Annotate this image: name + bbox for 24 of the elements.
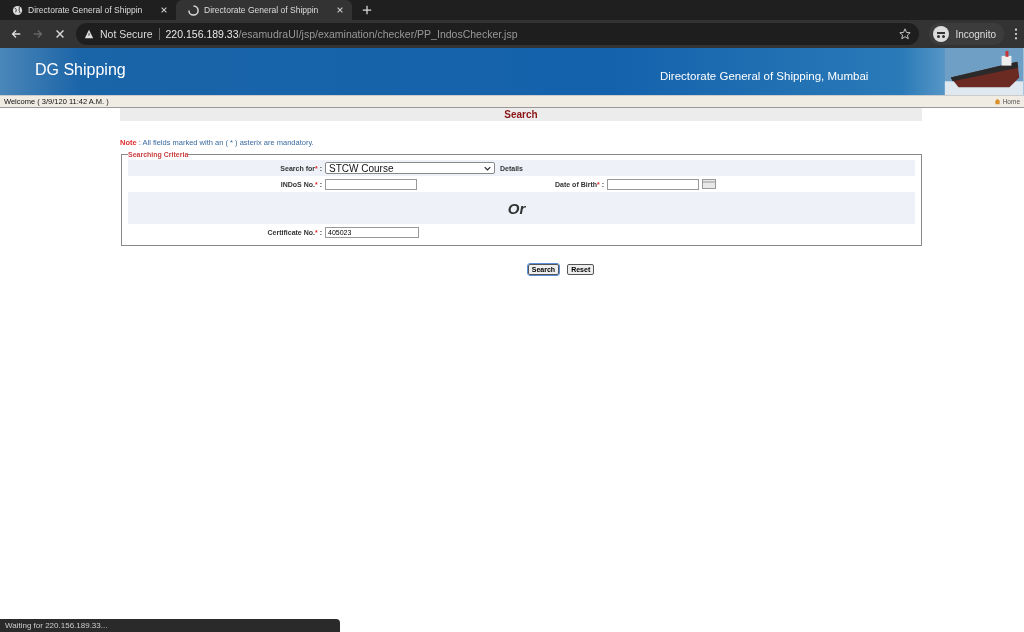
incognito-icon xyxy=(933,26,950,42)
date-of-birth-field[interactable] xyxy=(607,178,699,190)
star-icon[interactable] xyxy=(899,28,912,40)
new-tab-icon[interactable] xyxy=(362,5,372,15)
close-icon[interactable] xyxy=(336,6,344,14)
close-icon[interactable] xyxy=(160,6,168,14)
warning-icon xyxy=(84,29,94,39)
incognito-button[interactable]: Incognito xyxy=(929,23,1004,45)
house-icon xyxy=(993,98,1001,105)
browser-tab[interactable]: Directorate General of Shippin xyxy=(176,0,352,20)
chevron-down-icon xyxy=(484,165,491,171)
back-icon[interactable] xyxy=(10,28,22,40)
globe-icon xyxy=(12,4,23,16)
site-logo[interactable]: DG Shipping xyxy=(35,60,126,79)
site-title: Directorate General of Shipping, Mumbai xyxy=(660,70,869,82)
menu-icon[interactable] xyxy=(1014,28,1018,40)
indos-field[interactable] xyxy=(325,178,417,190)
status-bar: Waiting for 220.156.189.33... xyxy=(0,619,340,632)
or-divider-text: Or xyxy=(507,199,526,217)
page-title: Search xyxy=(120,108,922,121)
address-bar[interactable]: Not Secure 220.156.189.33/esamudraUI/jsp/examination/checker/PP_IndosChecker.jsp xyxy=(76,23,920,45)
loading-spinner-icon xyxy=(188,4,199,16)
search-for-dropdown[interactable]: STCW Course xyxy=(325,162,495,174)
stop-icon[interactable] xyxy=(54,28,66,40)
